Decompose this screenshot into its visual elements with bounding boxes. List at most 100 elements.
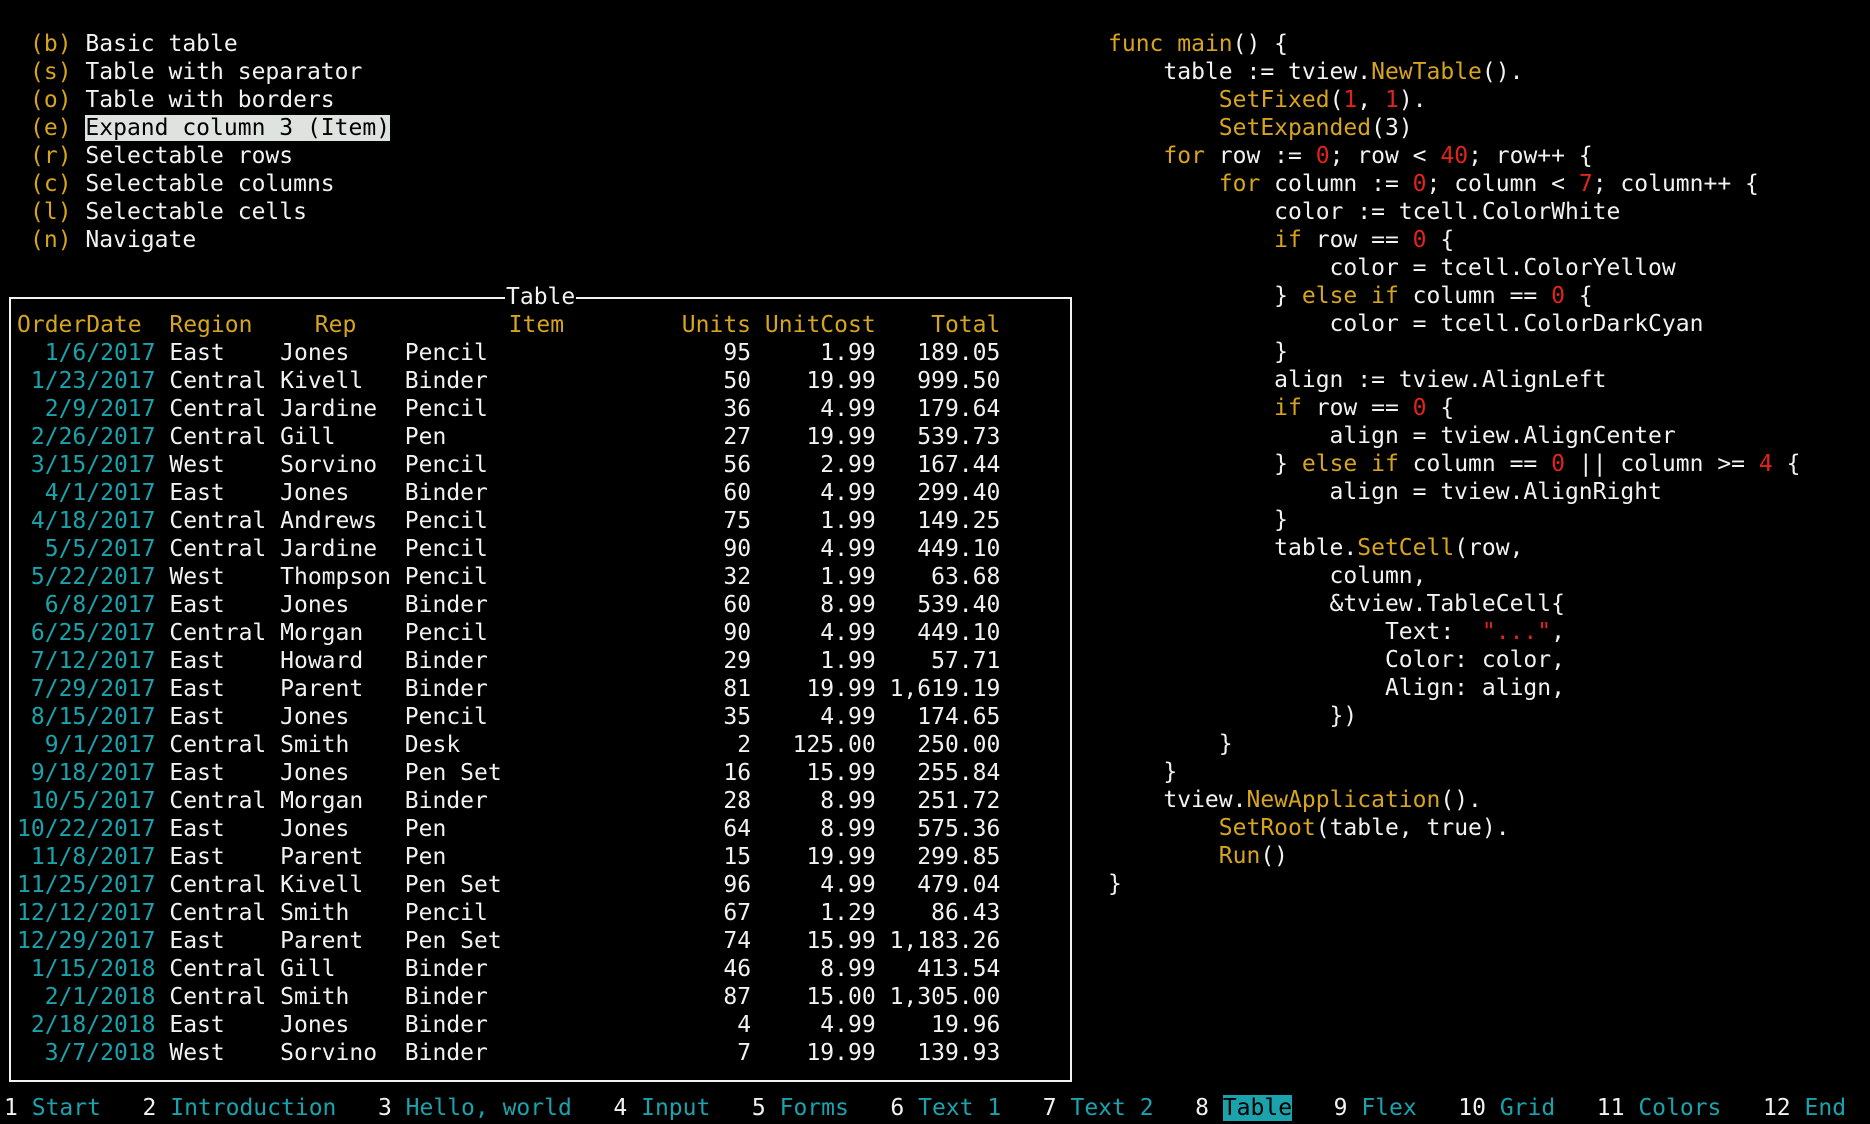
menu-item-table-with-borders[interactable]: (o) Table with borders — [30, 86, 335, 114]
code-token: SetExpanded — [1218, 115, 1372, 141]
table-header-region: Region — [169, 312, 253, 338]
table-cell-item: Pen Set — [404, 928, 502, 954]
table-cell-total: 539.73 — [917, 424, 1001, 450]
table-cell-unitcost: 19.99 — [806, 368, 876, 394]
code-token: (row, — [1454, 535, 1524, 561]
tab-label: Text 2 — [1070, 1095, 1154, 1121]
table-cell-rep: Gill — [280, 956, 336, 982]
table-cell-total: 179.64 — [917, 396, 1001, 422]
table-cell-region: East — [169, 844, 225, 870]
table-cell-orderdate: 1/15/2018 — [30, 956, 156, 982]
menu-item-expand-column-3-item[interactable]: (e) Expand column 3 (Item) — [30, 114, 391, 142]
table-cell-unitcost: 4.99 — [820, 1012, 876, 1038]
table-cell-item: Binder — [404, 956, 488, 982]
tab-end[interactable]: 12 End — [1763, 1094, 1846, 1122]
table-header-item: Item — [508, 312, 565, 338]
tab-hello-world[interactable]: 3 Hello, world — [378, 1094, 572, 1122]
table-cell-item: Pencil — [404, 564, 488, 590]
table-cell-total: 449.10 — [917, 536, 1001, 562]
code-line: } else if column == 0 || column >= 4 { — [1108, 450, 1800, 478]
code-line: tview.NewApplication(). — [1108, 786, 1482, 814]
menu-item-table-with-separator[interactable]: (s) Table with separator — [30, 58, 362, 86]
table-cell-item: Binder — [404, 1012, 488, 1038]
menu-item-selectable-rows[interactable]: (r) Selectable rows — [30, 142, 293, 170]
tab-text-2[interactable]: 7 Text 2 — [1043, 1094, 1154, 1122]
tab-label: Grid — [1499, 1095, 1556, 1121]
code-token: { — [1426, 227, 1455, 253]
tab-flex[interactable]: 9 Flex — [1334, 1094, 1417, 1122]
tab-number: 11 — [1596, 1095, 1625, 1121]
code-token: 0 — [1412, 395, 1427, 421]
menu-item-label: Expand column 3 (Item) — [85, 115, 391, 141]
table-header-units: Units — [681, 312, 752, 338]
table-cell-rep: Jones — [280, 480, 350, 506]
tab-input[interactable]: 4 Input — [613, 1094, 710, 1122]
table-cell-unitcost: 1.99 — [820, 508, 876, 534]
table-cell-total: 449.10 — [917, 620, 1001, 646]
code-token: 4 — [1758, 451, 1773, 477]
tab-label: Colors — [1638, 1095, 1722, 1121]
table-cell-orderdate: 1/6/2017 — [44, 340, 156, 366]
table-cell-units: 15 — [723, 844, 752, 870]
table-cell-region: Central — [169, 732, 267, 758]
code-token: align = tview.AlignRight — [1108, 479, 1662, 505]
tab-text-1[interactable]: 6 Text 1 — [890, 1094, 1001, 1122]
table-cell-units: 46 — [723, 956, 752, 982]
code-token: (). — [1481, 59, 1524, 85]
table-cell-units: 35 — [723, 704, 752, 730]
tab-introduction[interactable]: 2 Introduction — [143, 1094, 337, 1122]
tab-number: 3 — [377, 1095, 392, 1121]
table-cell-region: Central — [169, 536, 267, 562]
table-cell-unitcost: 4.99 — [820, 872, 876, 898]
table-cell-item: Desk — [404, 732, 461, 758]
table-cell-item: Binder — [404, 648, 488, 674]
tab-label: End — [1804, 1095, 1847, 1121]
table-cell-total: 19.96 — [931, 1012, 1001, 1038]
table-cell-orderdate: 2/26/2017 — [30, 424, 156, 450]
code-token: } — [1108, 451, 1302, 477]
code-token: Color: color, — [1108, 647, 1565, 673]
code-line: Text: "...", — [1108, 618, 1565, 646]
tab-grid[interactable]: 10 Grid — [1458, 1094, 1555, 1122]
table-cell-item: Pen Set — [404, 872, 502, 898]
code-token: row == — [1301, 227, 1413, 253]
tab-table[interactable]: 8 Table — [1195, 1094, 1293, 1122]
table-cell-region: Central — [169, 984, 267, 1010]
code-token: (3) — [1371, 115, 1413, 141]
table-cell-orderdate: 8/15/2017 — [30, 704, 156, 730]
table-cell-orderdate: 2/9/2017 — [44, 396, 156, 422]
table-cell-total: 1,183.26 — [889, 928, 1001, 954]
table-cell-units: 7 — [737, 1040, 752, 1066]
table-cell-total: 167.44 — [917, 452, 1001, 478]
menu-item-selectable-columns[interactable]: (c) Selectable columns — [30, 170, 335, 198]
code-token: align = tview.AlignCenter — [1108, 423, 1676, 449]
table-cell-orderdate: 3/7/2018 — [44, 1040, 156, 1066]
tab-colors[interactable]: 11 Colors — [1597, 1094, 1722, 1122]
menu-item-selectable-cells[interactable]: (l) Selectable cells — [30, 198, 307, 226]
code-token: tview. — [1108, 787, 1247, 813]
tab-forms[interactable]: 5 Forms — [752, 1094, 849, 1122]
table-cell-region: West — [169, 452, 225, 478]
table-cell-units: 74 — [723, 928, 752, 954]
code-line: SetFixed(1, 1). — [1108, 86, 1427, 114]
table-cell-item: Pencil — [404, 452, 488, 478]
code-token: } — [1108, 339, 1289, 365]
table-cell-total: 251.72 — [917, 788, 1001, 814]
table-cell-units: 81 — [723, 676, 752, 702]
table-cell-rep: Jardine — [280, 396, 378, 422]
code-line: if row == 0 { — [1108, 226, 1454, 254]
menu-item-basic-table[interactable]: (b) Basic table — [30, 30, 238, 58]
table-cell-units: 87 — [723, 984, 752, 1010]
code-token: for — [1218, 171, 1261, 197]
table-cell-unitcost: 125.00 — [792, 732, 876, 758]
table-cell-unitcost: 8.99 — [820, 816, 876, 842]
table-cell-total: 413.54 — [917, 956, 1001, 982]
table-cell-units: 56 — [723, 452, 752, 478]
tab-start[interactable]: 1 Start — [4, 1094, 101, 1122]
code-token: else if — [1301, 451, 1399, 477]
menu-item-navigate[interactable]: (n) Navigate — [30, 226, 196, 254]
